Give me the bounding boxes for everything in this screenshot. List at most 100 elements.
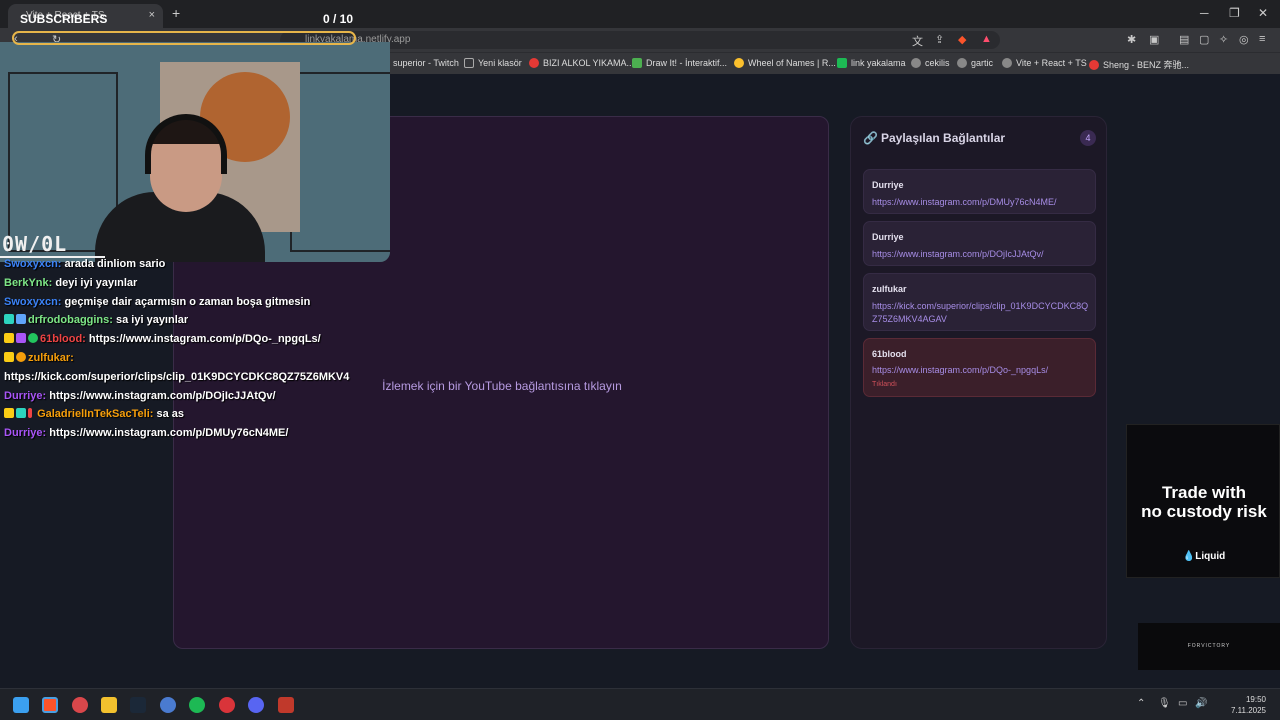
chat-message: drfrodobaggins: sa iyi yayınlar	[4, 314, 384, 333]
panel-title: Paylaşılan Bağlantılar	[881, 131, 1006, 145]
tab-close-icon[interactable]: ×	[149, 9, 155, 21]
chat-message: zulfukar:	[4, 351, 384, 371]
translate-icon[interactable]: 文	[912, 33, 923, 49]
site-icon	[837, 58, 847, 68]
card-url[interactable]: https://www.instagram.com/p/DMUy76cN4ME/	[872, 196, 1090, 209]
chat-message: Swoxyxcn: arada dinliom sario	[4, 258, 166, 270]
sidebar-icon[interactable]: ▤	[1179, 33, 1189, 46]
chat-badge-icon	[28, 408, 32, 419]
link-card[interactable]: Durriye https://www.instagram.com/p/DOjI…	[863, 221, 1096, 266]
chat-badge-icon	[16, 351, 26, 362]
bookmark-item[interactable]: gartic	[957, 58, 993, 68]
clock-date: 7.11.2025	[1231, 706, 1266, 715]
subscribers-count: 0 / 10	[323, 12, 354, 26]
chat-message-continued: https://kick.com/superior/clips/clip_01K…	[4, 370, 350, 383]
site-icon	[734, 58, 744, 68]
chat-badge-icon	[4, 314, 14, 325]
bookmark-item[interactable]: Sheng - BENZ 奔驰...	[1089, 58, 1189, 71]
chat-message: Swoxyxcn: geçmişe dair açarmısın o zaman…	[4, 295, 311, 308]
card-username: Durriye	[872, 232, 904, 242]
minimize-button[interactable]: ─	[1200, 6, 1209, 20]
bookmark-item[interactable]: Wheel of Names | R...	[734, 58, 836, 68]
globe-icon	[911, 58, 921, 68]
shared-links-panel: 🔗 Paylaşılan Bağlantılar 4 Durriye https…	[850, 116, 1107, 649]
link-card[interactable]: zulfukar https://kick.com/superior/clips…	[863, 273, 1096, 331]
start-icon[interactable]	[13, 697, 29, 713]
site-icon	[529, 58, 539, 68]
browser-tab-bar: Vite + React + TS × + ─ ❐ ✕	[0, 0, 1280, 28]
bookmark-item[interactable]: superior - Twitch	[393, 58, 459, 68]
volume-icon[interactable]: 🔊	[1195, 698, 1207, 709]
brave-rewards-icon[interactable]: ▲	[981, 33, 992, 45]
subscribers-label: SUBSCRIBERS	[20, 12, 108, 26]
chat-badge-icon	[4, 351, 14, 362]
card-username: zulfukar	[872, 284, 907, 294]
bookmark-item[interactable]: BIZI ALKOL YIKAMA...	[529, 58, 634, 68]
link-count-badge: 4	[1080, 130, 1096, 146]
discord-icon[interactable]	[248, 697, 264, 713]
link-icon: 🔗	[863, 131, 878, 145]
leo-icon[interactable]: ✧	[1219, 33, 1228, 46]
taskbar-clock[interactable]: 19:50 7.11.2025	[1210, 694, 1266, 716]
vpn-icon[interactable]: ◎	[1239, 33, 1249, 46]
bookmark-item[interactable]: Draw It! - İnteraktif...	[632, 58, 727, 68]
brave-icon[interactable]	[42, 697, 58, 713]
clock-time: 19:50	[1245, 695, 1266, 704]
ad-brand: FORVICTORY	[1187, 643, 1231, 649]
steam-icon[interactable]	[130, 697, 146, 713]
chat-badge-icon	[16, 333, 26, 344]
chat-badge-icon	[16, 408, 26, 419]
chat-badge-icon	[28, 333, 38, 344]
chat-message: BerkYnk: deyi iyi yayınlar	[4, 276, 138, 289]
card-username: Durriye	[872, 180, 904, 190]
card-url[interactable]: https://www.instagram.com/p/DQo-_npgqLs/	[872, 364, 1090, 377]
microphone-icon[interactable]: 🎙	[1158, 698, 1171, 709]
app-icon[interactable]	[219, 697, 235, 713]
link-card[interactable]: Durriye https://www.instagram.com/p/DMUy…	[863, 169, 1096, 214]
maximize-button[interactable]: ❐	[1229, 6, 1240, 20]
file-explorer-icon[interactable]	[101, 697, 117, 713]
webcam-overlay: 0W/0L	[0, 42, 390, 262]
spotify-icon[interactable]	[189, 697, 205, 713]
ad-title: Trade with no custody risk	[1141, 483, 1267, 521]
bookmark-item[interactable]: Vite + React + TS	[1002, 58, 1087, 68]
bookmark-item[interactable]: link yakalama	[837, 58, 906, 68]
chat-badge-icon	[4, 408, 14, 419]
maps-icon[interactable]	[72, 697, 88, 713]
chat-message: Durriye: https://www.instagram.com/p/DOj…	[4, 389, 276, 402]
clicked-status: Tıklandı	[872, 381, 897, 388]
chat-message: GaladrielInTekSacTeli: sa as	[4, 408, 384, 427]
tab-search-icon[interactable]: ▣	[1149, 33, 1159, 46]
bookmark-folder[interactable]: Yeni klasör	[464, 58, 522, 68]
advertisement-secondary[interactable]: FORVICTORY	[1138, 623, 1280, 670]
overlay-logo: 0W/0L	[2, 232, 68, 256]
panel-header: 🔗 Paylaşılan Bağlantılar 4	[863, 129, 1096, 147]
advertisement[interactable]: Trade with no custody risk 💧Liquid	[1126, 424, 1280, 578]
card-url[interactable]: https://www.instagram.com/p/DOjIcJJAtQv/	[872, 248, 1090, 261]
site-icon	[632, 58, 642, 68]
app-icon[interactable]	[160, 697, 176, 713]
card-url[interactable]: https://kick.com/superior/clips/clip_01K…	[872, 300, 1090, 326]
chat-message: 61blood: https://www.instagram.com/p/DQo…	[4, 333, 384, 352]
tray-expand-icon[interactable]: ⌃	[1137, 698, 1145, 709]
share-icon[interactable]: ⇪	[935, 33, 944, 46]
extensions-icon[interactable]: ✱	[1127, 33, 1136, 46]
app-icon[interactable]	[278, 697, 294, 713]
subscriber-goal-bar	[12, 31, 356, 45]
network-icon[interactable]: ▭	[1178, 698, 1187, 709]
brave-shield-icon[interactable]: ◆	[958, 33, 966, 46]
close-window-button[interactable]: ✕	[1258, 6, 1268, 20]
chat-overlay: Swoxyxcn: arada dinliom sario BerkYnk: d…	[4, 258, 384, 446]
card-username: 61blood	[872, 349, 907, 359]
chat-message: Durriye: https://www.instagram.com/p/DMU…	[4, 427, 289, 440]
shelf-right	[290, 72, 390, 252]
link-card-clicked[interactable]: 61blood https://www.instagram.com/p/DQo-…	[863, 338, 1096, 397]
chat-badge-icon	[16, 314, 26, 325]
bookmark-item[interactable]: cekilis	[911, 58, 950, 68]
menu-icon[interactable]: ≡	[1259, 33, 1265, 45]
globe-icon	[1002, 58, 1012, 68]
wallet-icon[interactable]: ▢	[1199, 33, 1209, 46]
new-tab-button[interactable]: +	[172, 5, 180, 21]
ad-brand: 💧Liquid	[1182, 551, 1226, 562]
globe-icon	[957, 58, 967, 68]
